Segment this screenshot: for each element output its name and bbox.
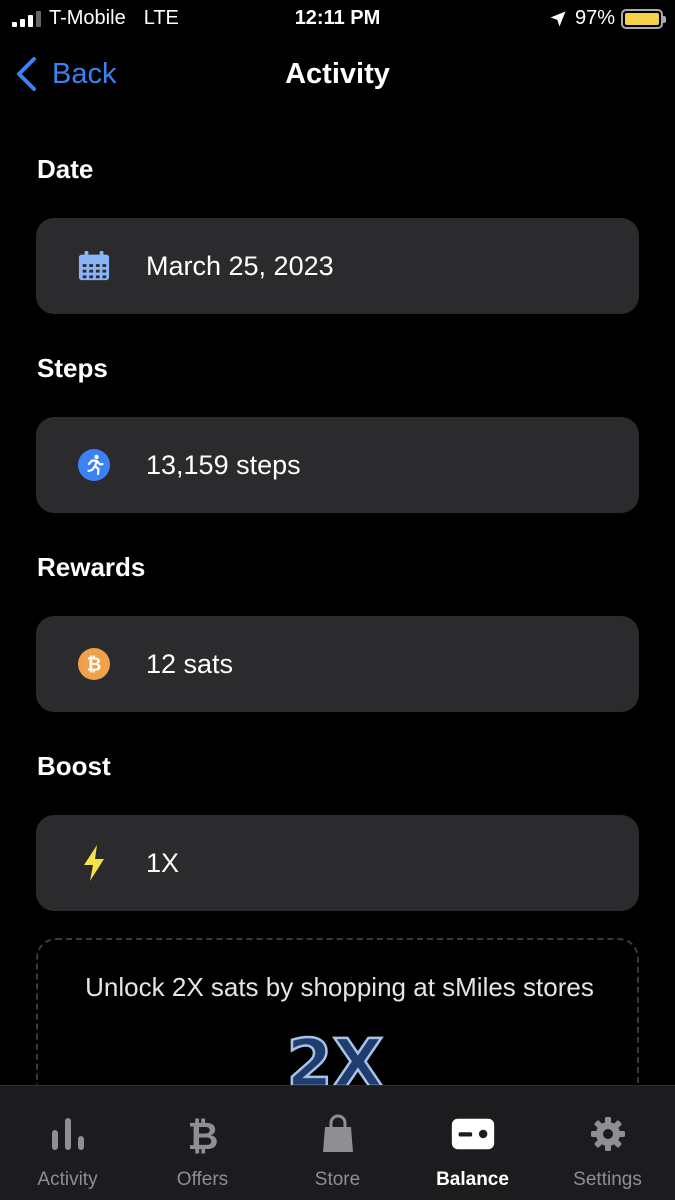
- steps-card[interactable]: 13,159 steps: [36, 417, 639, 513]
- date-value: March 25, 2023: [146, 250, 334, 281]
- rewards-value: 12 sats: [146, 648, 234, 679]
- rewards-card[interactable]: ₿ 12 sats: [36, 616, 639, 712]
- bitcoin-icon: ₿: [78, 648, 110, 680]
- promo-text: Unlock 2X sats by shopping at sMiles sto…: [85, 972, 594, 1002]
- rewards-label: Rewards: [37, 552, 146, 582]
- screen: T-Mobile LTE 12:11 PM 97% Back Activity …: [0, 0, 675, 1200]
- svg-text:₿: ₿: [187, 1114, 218, 1155]
- bar-chart-icon: [46, 1114, 90, 1154]
- tab-label: Settings: [573, 1169, 642, 1190]
- status-right: 97%: [549, 7, 666, 30]
- shopping-bag-icon: [316, 1114, 360, 1154]
- lightning-icon: [78, 845, 110, 881]
- tab-offers[interactable]: ₿ Offers: [135, 1086, 270, 1200]
- tab-activity[interactable]: Activity: [0, 1086, 135, 1200]
- nav-bar: Back Activity: [0, 50, 675, 104]
- gear-icon: [586, 1114, 630, 1154]
- steps-label: Steps: [37, 353, 108, 383]
- promo-2x-graphic: 2X: [285, 1028, 384, 1088]
- steps-value: 13,159 steps: [146, 449, 301, 480]
- bitcoin-icon: ₿: [181, 1114, 225, 1155]
- boost-card[interactable]: 1X: [36, 815, 639, 911]
- date-card[interactable]: March 25, 2023: [36, 218, 639, 314]
- boost-label: Boost: [37, 751, 111, 781]
- svg-text:₿: ₿: [87, 655, 102, 676]
- date-label: Date: [37, 154, 94, 184]
- runner-icon: [78, 449, 110, 481]
- tab-label: Offers: [176, 1169, 229, 1190]
- wallet-card-icon: [451, 1114, 495, 1154]
- tab-label: Store: [314, 1169, 361, 1190]
- tab-settings[interactable]: Settings: [540, 1086, 675, 1200]
- tab-bar: Activity ₿ Offers Store Balance Settings: [0, 1085, 675, 1200]
- page-title: Activity: [285, 58, 390, 90]
- battery-percent: 97%: [574, 7, 615, 29]
- tab-balance[interactable]: Balance: [405, 1086, 540, 1200]
- status-bar: T-Mobile LTE 12:11 PM 97%: [0, 0, 675, 38]
- tab-label: Balance: [436, 1169, 509, 1190]
- boost-value: 1X: [146, 847, 180, 878]
- calendar-icon: [78, 250, 110, 282]
- location-arrow-icon: [550, 11, 566, 26]
- tab-label: Activity: [37, 1169, 98, 1190]
- tab-store[interactable]: Store: [270, 1086, 405, 1200]
- battery-icon: [621, 8, 666, 29]
- promo-2x-text: 2X: [287, 1028, 384, 1088]
